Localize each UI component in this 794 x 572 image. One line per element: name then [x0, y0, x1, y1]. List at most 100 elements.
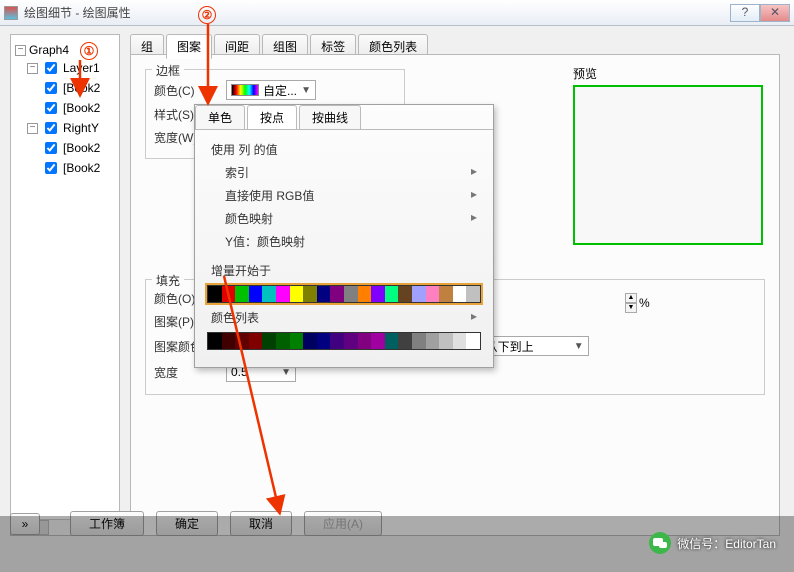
- tab-pattern[interactable]: 图案: [166, 34, 212, 59]
- color-cell[interactable]: [249, 333, 263, 349]
- chevron-down-icon: ▼: [301, 85, 311, 96]
- tree-item[interactable]: [Book2: [15, 99, 115, 117]
- tree-item-label: Layer1: [63, 61, 100, 75]
- color-cell[interactable]: [276, 286, 290, 302]
- border-color-value: 自定...: [263, 82, 297, 99]
- color-cell[interactable]: [398, 286, 412, 302]
- color-cell[interactable]: [235, 286, 249, 302]
- tree-item[interactable]: − Layer1: [15, 59, 115, 77]
- popup-section-usecol: 使用 列 的值: [207, 138, 481, 161]
- color-cell[interactable]: [222, 286, 236, 302]
- color-cell[interactable]: [453, 333, 467, 349]
- tree-item-label: [Book2: [63, 101, 100, 115]
- color-cell[interactable]: [344, 333, 358, 349]
- color-cell[interactable]: [358, 286, 372, 302]
- color-cell[interactable]: [371, 333, 385, 349]
- tree-item[interactable]: [Book2: [15, 159, 115, 177]
- popup-item-colormap[interactable]: 颜色映射: [207, 207, 481, 230]
- tree-checkbox[interactable]: [45, 62, 57, 74]
- tree-item-label: [Book2: [63, 141, 100, 155]
- fill-legend: 填充: [152, 272, 184, 289]
- tree-checkbox[interactable]: [45, 142, 57, 154]
- color-cell[interactable]: [235, 333, 249, 349]
- color-cell[interactable]: [222, 333, 236, 349]
- tree-item-label: [Book2: [63, 81, 100, 95]
- annotation-1: ①: [80, 42, 98, 60]
- expander-icon[interactable]: −: [15, 45, 26, 56]
- expander-icon[interactable]: −: [27, 63, 38, 74]
- preview-label: 预览: [573, 65, 597, 82]
- preview-box: 预览: [573, 85, 763, 245]
- preview-canvas: [573, 85, 763, 245]
- border-color-combo[interactable]: 自定... ▼: [226, 80, 316, 100]
- close-button[interactable]: ✕: [760, 4, 790, 22]
- color-cell[interactable]: [344, 286, 358, 302]
- watermark-text: 微信号：EditorTan: [677, 535, 776, 552]
- color-cell[interactable]: [290, 333, 304, 349]
- color-cell[interactable]: [439, 333, 453, 349]
- border-color-label: 颜色(C): [154, 82, 218, 99]
- tree-item[interactable]: − RightY: [15, 119, 115, 137]
- color-cell[interactable]: [385, 333, 399, 349]
- color-cell[interactable]: [453, 286, 467, 302]
- tree-checkbox[interactable]: [45, 102, 57, 114]
- tree-checkbox[interactable]: [45, 162, 57, 174]
- tree-checkbox[interactable]: [45, 122, 57, 134]
- popup-item-rgb[interactable]: 直接使用 RGB值: [207, 184, 481, 207]
- spinner[interactable]: ▲▼: [625, 293, 637, 313]
- tree-item[interactable]: [Book2: [15, 139, 115, 157]
- color-cell[interactable]: [398, 333, 412, 349]
- popup-tabs: 单色 按点 按曲线: [195, 105, 493, 129]
- tree[interactable]: − Graph4 − Layer1 [Book2 [Book2 −: [11, 35, 119, 519]
- color-cell[interactable]: [303, 286, 317, 302]
- spin-down-icon[interactable]: ▼: [625, 303, 637, 313]
- color-cell[interactable]: [358, 333, 372, 349]
- tree-panel: − Graph4 − Layer1 [Book2 [Book2 −: [10, 34, 120, 536]
- color-cell[interactable]: [276, 333, 290, 349]
- color-cell[interactable]: [439, 286, 453, 302]
- color-cell[interactable]: [466, 286, 480, 302]
- color-cell[interactable]: [208, 286, 222, 302]
- color-cell[interactable]: [262, 286, 276, 302]
- color-cell[interactable]: [412, 286, 426, 302]
- color-cell[interactable]: [249, 286, 263, 302]
- color-cell[interactable]: [303, 333, 317, 349]
- increment-color-strip[interactable]: [207, 285, 481, 303]
- color-cell[interactable]: [385, 286, 399, 302]
- color-cell[interactable]: [371, 286, 385, 302]
- color-cell[interactable]: [262, 333, 276, 349]
- percent-spin[interactable]: ▲▼ %: [625, 293, 650, 313]
- help-button[interactable]: ?: [730, 4, 760, 22]
- tree-root[interactable]: − Graph4: [15, 43, 115, 57]
- tree-root-label: Graph4: [29, 43, 69, 57]
- color-popup[interactable]: 单色 按点 按曲线 使用 列 的值 索引 直接使用 RGB值 颜色映射 Y值：颜…: [194, 104, 494, 368]
- popup-item-ycolormap[interactable]: Y值：颜色映射: [207, 230, 481, 253]
- spin-up-icon[interactable]: ▲: [625, 293, 637, 303]
- color-cell[interactable]: [208, 333, 222, 349]
- percent-suffix: %: [639, 296, 650, 310]
- color-cell[interactable]: [330, 333, 344, 349]
- window-buttons: ? ✕: [730, 4, 790, 22]
- expander-icon[interactable]: −: [27, 123, 38, 134]
- color-cell[interactable]: [426, 286, 440, 302]
- popup-colorlist-item[interactable]: 颜色列表: [207, 306, 481, 329]
- popup-tab-single[interactable]: 单色: [195, 105, 245, 129]
- chevron-down-icon: ▼: [281, 367, 291, 378]
- colorlist-strip[interactable]: [207, 332, 481, 350]
- color-cell[interactable]: [317, 286, 331, 302]
- tree-checkbox[interactable]: [45, 82, 57, 94]
- color-cell[interactable]: [317, 333, 331, 349]
- popup-tab-bypoint[interactable]: 按点: [247, 105, 297, 129]
- color-cell[interactable]: [426, 333, 440, 349]
- window-title: 绘图细节 - 绘图属性: [24, 4, 730, 21]
- popup-section-increment: 增量开始于: [207, 259, 481, 282]
- color-cell[interactable]: [290, 286, 304, 302]
- color-cell[interactable]: [466, 333, 480, 349]
- wechat-icon: [649, 532, 671, 554]
- tree-item[interactable]: [Book2: [15, 79, 115, 97]
- color-cell[interactable]: [412, 333, 426, 349]
- color-cell[interactable]: [330, 286, 344, 302]
- popup-item-index[interactable]: 索引: [207, 161, 481, 184]
- popup-tab-bycurve[interactable]: 按曲线: [299, 105, 361, 129]
- app-icon: [4, 6, 18, 20]
